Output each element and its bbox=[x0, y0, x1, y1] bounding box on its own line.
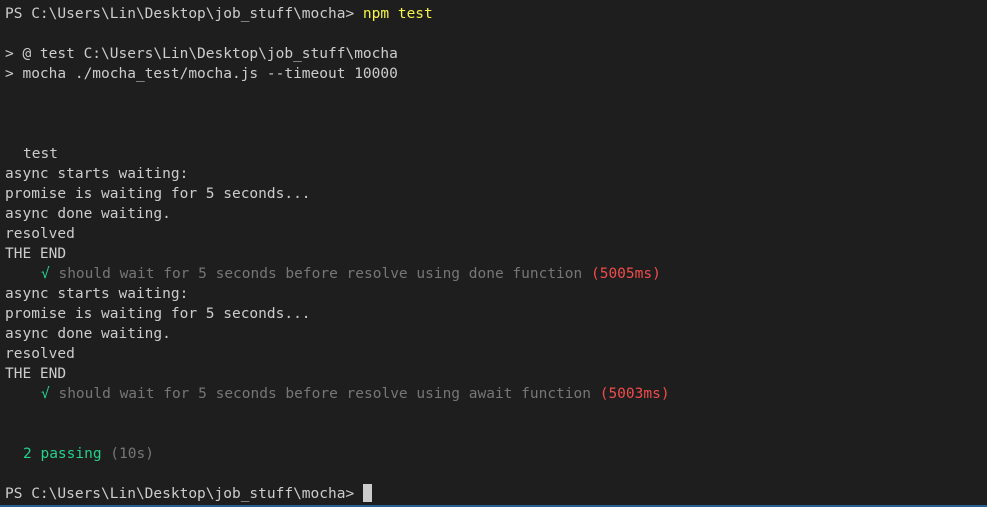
total-time: (10s) bbox=[101, 446, 154, 462]
test-title: should wait for 5 seconds before resolve… bbox=[49, 386, 600, 402]
log-line: resolved bbox=[5, 346, 75, 362]
log-line: THE END bbox=[5, 246, 67, 262]
prompt-path: PS C:\Users\Lin\Desktop\job_stuff\mocha> bbox=[5, 486, 363, 502]
command-text: npm test bbox=[362, 6, 433, 22]
test-result-line: √ should wait for 5 seconds before resol… bbox=[41, 264, 661, 284]
test-title: should wait for 5 seconds before resolve… bbox=[49, 266, 591, 282]
suite-title: test bbox=[23, 146, 58, 162]
summary-line: 2 passing (10s) bbox=[23, 444, 154, 464]
passing-count: 2 passing bbox=[23, 446, 102, 462]
npm-script-line: > @ test C:\Users\Lin\Desktop\job_stuff\… bbox=[5, 46, 398, 62]
prompt-path: PS C:\Users\Lin\Desktop\job_stuff\mocha> bbox=[5, 6, 363, 22]
log-line: async done waiting. bbox=[5, 326, 171, 342]
checkmark-icon: √ bbox=[41, 266, 50, 282]
test-duration: (5003ms) bbox=[599, 386, 670, 402]
log-line: async starts waiting: bbox=[5, 286, 189, 302]
checkmark-icon: √ bbox=[41, 386, 50, 402]
npm-command-line: > mocha ./mocha_test/mocha.js --timeout … bbox=[5, 66, 398, 82]
prompt-line-2[interactable]: PS C:\Users\Lin\Desktop\job_stuff\mocha> bbox=[5, 484, 372, 504]
prompt-line-1: PS C:\Users\Lin\Desktop\job_stuff\mocha>… bbox=[5, 4, 433, 24]
log-line: async starts waiting: bbox=[5, 166, 189, 182]
log-line: promise is waiting for 5 seconds... bbox=[5, 306, 311, 322]
terminal-output[interactable]: PS C:\Users\Lin\Desktop\job_stuff\mocha>… bbox=[0, 0, 987, 507]
log-line: resolved bbox=[5, 226, 75, 242]
test-result-line: √ should wait for 5 seconds before resol… bbox=[41, 384, 670, 404]
log-line: promise is waiting for 5 seconds... bbox=[5, 186, 311, 202]
log-line: THE END bbox=[5, 366, 67, 382]
test-duration: (5005ms) bbox=[590, 266, 661, 282]
log-line: async done waiting. bbox=[5, 206, 171, 222]
text-cursor bbox=[362, 484, 372, 502]
